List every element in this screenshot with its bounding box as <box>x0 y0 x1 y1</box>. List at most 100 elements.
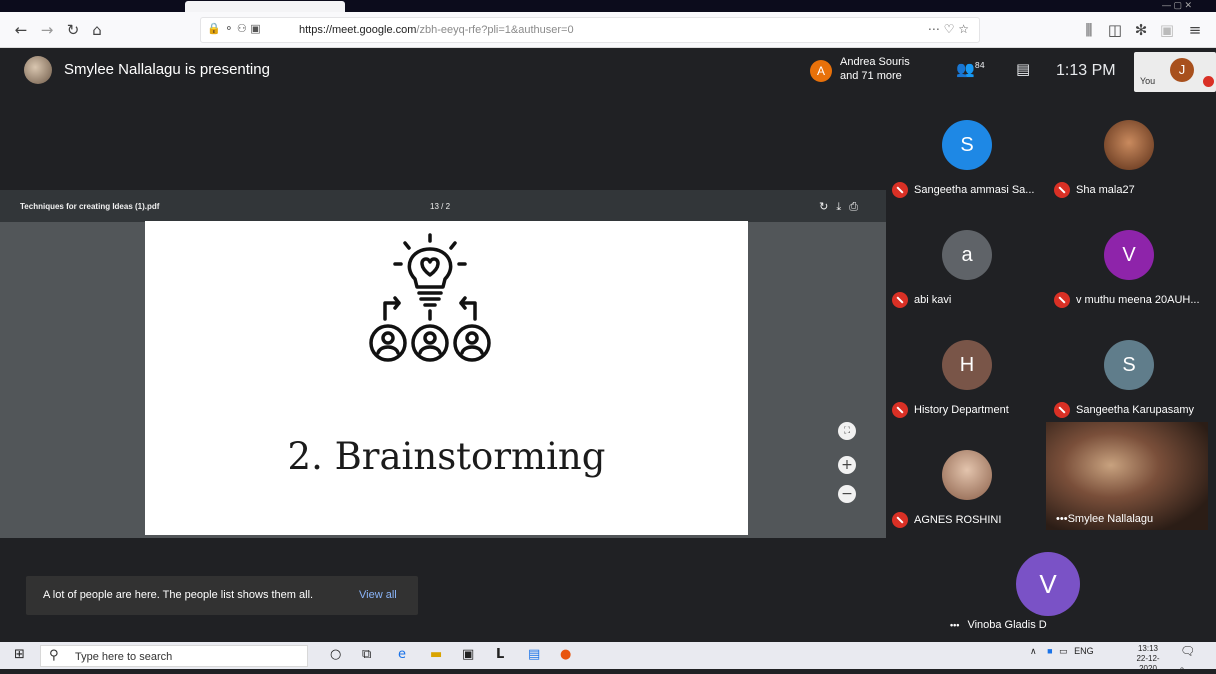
participant-name-text: Sangeetha Karupasamy <box>1076 403 1195 416</box>
slide-page: 2. Brainstorming <box>145 221 748 535</box>
browser-tab[interactable] <box>4 1 174 12</box>
participant-name-text: AGNES ROSHINI <box>914 513 1002 526</box>
participant-name-text: v muthu meena 20AUH... <box>1076 293 1200 306</box>
sidebar-icon[interactable]: ◫ <box>1104 20 1126 40</box>
pdf-viewer: Techniques for creating Ideas (1).pdf 13… <box>0 190 886 538</box>
participant-name: Sha mala27 <box>1054 182 1210 198</box>
store-icon[interactable]: ▣ <box>462 647 474 662</box>
print-icon[interactable]: ⎙ <box>849 200 866 213</box>
participant-name: AGNES ROSHINI <box>892 512 1048 528</box>
participant-name-text: Sangeetha ammasi Sa... <box>914 183 1035 196</box>
browser-tab-active[interactable] <box>185 1 345 12</box>
system-tray: ∧ ■ ▭ ENG 13:13 22-12-2020 🗨2 <box>1030 644 1195 674</box>
browser-tab-strip: — ▢ ✕ <box>0 0 1216 12</box>
participants-summary-line: Andrea Souris <box>840 56 910 68</box>
windows-taskbar: ⊞ ⚲ Type here to search ○ ⧉ e ▬ ▣ L ▤ ● … <box>0 642 1216 674</box>
task-view-icon[interactable]: ⧉ <box>362 647 371 662</box>
participant-tile[interactable]: H History Department <box>886 312 1048 421</box>
notification-count: 2 <box>1180 667 1184 674</box>
notifications-icon[interactable]: 🗨2 <box>1180 644 1195 674</box>
pdf-page-number: 13 <box>430 202 439 211</box>
url-text: https://meet.google.com/zbh-eeyq-rfe?pli… <box>299 24 574 36</box>
pdf-page-total: 2 <box>445 202 451 211</box>
clock[interactable]: 13:13 22-12-2020 <box>1128 644 1168 674</box>
participant-tile[interactable]: V ••• Vinoba Gladis D <box>940 530 1158 636</box>
fit-page-button[interactable]: ⛶ <box>838 422 856 440</box>
participant-tile[interactable]: S Sangeetha Karupasamy <box>1048 312 1210 421</box>
network-icon[interactable]: ▭ <box>1059 646 1068 656</box>
file-explorer-icon[interactable]: ▬ <box>430 647 442 662</box>
avatar: V <box>1016 552 1080 616</box>
back-arrow-icon[interactable]: ← <box>10 20 32 40</box>
participant-name: v muthu meena 20AUH... <box>1054 292 1210 308</box>
language-indicator[interactable]: ENG <box>1074 646 1094 656</box>
pdf-title: Techniques for creating Ideas (1).pdf <box>20 202 160 211</box>
taskbar-search[interactable]: ⚲ Type here to search <box>40 645 308 667</box>
app-icon[interactable]: ▤ <box>528 647 540 662</box>
edge-icon[interactable]: e <box>398 647 406 662</box>
pdf-toolbar: Techniques for creating Ideas (1).pdf 13… <box>0 190 886 222</box>
home-icon[interactable]: ⌂ <box>86 20 108 40</box>
slide-heading: 2. Brainstorming <box>287 435 606 478</box>
zoom-out-button[interactable]: − <box>838 485 856 503</box>
view-all-button[interactable]: View all <box>359 589 397 601</box>
pdf-page-indicator: 13 / 2 <box>430 202 451 211</box>
avatar: S <box>942 120 992 170</box>
pdf-actions[interactable]: ↻⤓⎙ <box>819 200 866 214</box>
mic-off-icon <box>892 402 908 418</box>
participant-name-text: Sha mala27 <box>1076 183 1135 196</box>
tray-app-icon[interactable]: ■ <box>1047 646 1052 656</box>
participant-tile[interactable]: V v muthu meena 20AUH... <box>1048 202 1210 311</box>
extension-icon[interactable]: ▣ <box>1156 20 1178 40</box>
participant-tile[interactable]: S Sangeetha ammasi Sa... <box>886 92 1048 201</box>
presenter-bar: Smylee Nallalagu is presenting <box>0 48 886 92</box>
extension-icon[interactable]: ✻ <box>1130 20 1152 40</box>
windows-start-icon[interactable]: ⊞ <box>14 647 25 662</box>
self-label: You <box>1140 76 1156 86</box>
meet-top-controls: A Andrea Souris and 71 more 👥84 ▤ 1:13 P… <box>804 48 1216 96</box>
chat-icon[interactable]: ▤ <box>1016 60 1030 78</box>
avatar: A <box>810 60 832 82</box>
brainstorm-illustration <box>369 233 491 362</box>
participant-name: •••Smylee Nallalagu <box>1056 513 1153 525</box>
tray-chevron-icon[interactable]: ∧ <box>1030 646 1037 656</box>
cortana-icon[interactable]: ○ <box>330 647 341 662</box>
self-view[interactable]: You J <box>1134 52 1216 92</box>
rotate-icon[interactable]: ↻ <box>819 200 836 213</box>
participant-name-text: Smylee Nallalagu <box>1067 513 1154 525</box>
participant-name: Sangeetha Karupasamy <box>1054 402 1210 418</box>
library-icon[interactable]: ⫼ <box>1078 20 1100 40</box>
forward-arrow-icon[interactable]: → <box>36 20 58 40</box>
avatar: V <box>1104 230 1154 280</box>
download-icon[interactable]: ⤓ <box>836 200 849 213</box>
presenter-label: Smylee Nallalagu is presenting <box>64 61 270 78</box>
firefox-icon[interactable]: ● <box>560 647 571 662</box>
participant-tile[interactable]: Sha mala27 <box>1048 92 1210 201</box>
mic-off-icon <box>892 182 908 198</box>
clock-date: 22-12-2020 <box>1136 654 1160 673</box>
avatar <box>24 56 52 84</box>
participant-video-tile[interactable]: •••Smylee Nallalagu <box>1046 422 1208 530</box>
mic-off-icon <box>1054 402 1070 418</box>
mic-off-icon <box>892 512 908 528</box>
page-actions-icon[interactable]: ⋯ ♡ ☆ <box>928 22 969 36</box>
clock-time: 13:13 <box>1137 644 1159 653</box>
menu-icon[interactable]: ≡ <box>1184 20 1206 40</box>
url-bar[interactable]: 🔒 ⚬ ⚇ ▣ https://meet.google.com/zbh-eeyq… <box>200 17 980 43</box>
mic-off-icon <box>1054 182 1070 198</box>
participant-name-text: abi kavi <box>914 293 952 306</box>
participants-summary[interactable]: Andrea Souris and 71 more <box>840 55 910 83</box>
zoom-in-button[interactable]: + <box>838 456 856 474</box>
audio-level-icon: ••• <box>1056 513 1068 525</box>
window-controls[interactable]: — ▢ ✕ <box>1162 0 1192 11</box>
participant-tile[interactable]: a abi kavi <box>886 202 1048 311</box>
app-l-icon[interactable]: L <box>496 647 504 662</box>
participant-name-text: Vinoba Gladis D <box>967 619 1047 631</box>
reload-icon[interactable]: ↻ <box>62 20 84 40</box>
browser-toolbar: ← → ↻ ⌂ 🔒 ⚬ ⚇ ▣ https://meet.google.com/… <box>0 12 1216 48</box>
mic-off-icon <box>1054 292 1070 308</box>
people-button[interactable]: 👥84 <box>956 60 985 78</box>
participant-tile[interactable]: AGNES ROSHINI <box>886 422 1048 531</box>
participant-name: History Department <box>892 402 1048 418</box>
participant-name: abi kavi <box>892 292 1048 308</box>
